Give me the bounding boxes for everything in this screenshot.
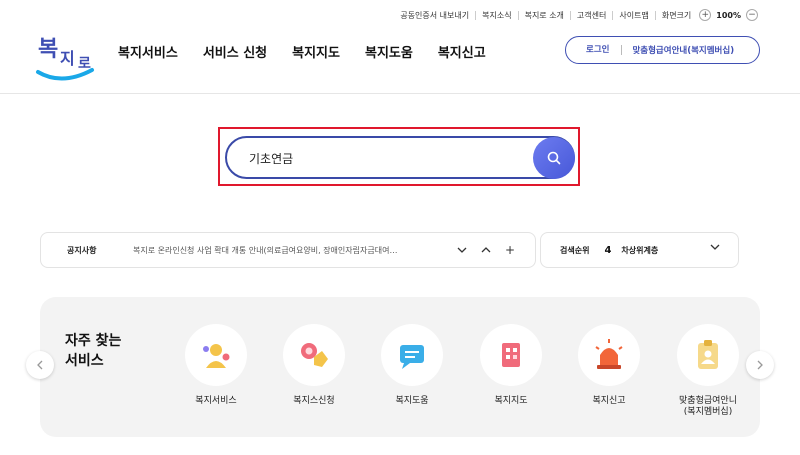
apply-icon [301, 343, 328, 367]
main-nav: 복지서비스 서비스 신청 복지지도 복지도움 복지신고 [118, 42, 486, 61]
util-link-about[interactable]: 복지로 소개 [519, 10, 571, 20]
service-label: 복지지도 [466, 396, 556, 407]
nav-item-welfare-map[interactable]: 복지지도 [292, 42, 340, 61]
util-link-news[interactable]: 복지소식 [476, 10, 519, 20]
service-icon-circle [677, 324, 739, 386]
people-icon [203, 344, 230, 368]
notice-text[interactable]: 복지로 온라인신청 사업 확대 개통 안내(의료급여요양비, 장애인자립자금대여… [133, 245, 433, 256]
chevron-down-icon[interactable] [457, 247, 467, 253]
service-item-apply[interactable]: 복지스신청 [269, 324, 359, 407]
service-icon-circle [185, 324, 247, 386]
building-icon [502, 343, 520, 367]
service-label-line1: 복지서비스 [195, 396, 237, 406]
siren-icon [595, 339, 623, 369]
search-icon [547, 151, 561, 165]
zoom-control: + 100% − [699, 9, 758, 21]
ranking-expand-icon[interactable] [710, 244, 720, 250]
service-icon-circle [283, 324, 345, 386]
service-item-membership[interactable]: 맞춤형급여안니 (복지멤버십) [663, 324, 753, 418]
notice-bar: 공지사항 복지로 온라인신청 사업 확대 개통 안내(의료급여요양비, 장애인자… [40, 232, 536, 268]
notice-controls: + [457, 243, 515, 257]
service-label: 복지신고 [564, 396, 654, 407]
notice-label: 공지사항 [67, 245, 97, 255]
util-screen-size-label: 화면크기 [661, 10, 692, 20]
carousel-prev-button[interactable] [26, 351, 54, 379]
service-item-help[interactable]: 복지도움 [367, 324, 457, 407]
service-label-line1: 복지스신청 [293, 396, 335, 406]
zoom-level: 100% [716, 10, 741, 20]
util-link-certificate[interactable]: 공동인증서 내보내기 [394, 10, 477, 20]
util-link-sitemap[interactable]: 사이트맵 [613, 10, 656, 20]
zoom-out-button[interactable]: − [746, 9, 758, 21]
search-ranking-bar: 검색순위 4 차상위계층 [540, 232, 739, 268]
service-icon-circle [480, 324, 542, 386]
utility-bar: 공동인증서 내보내기 복지소식 복지로 소개 고객센터 사이트맵 화면크기 + … [394, 8, 758, 22]
service-label-line1: 복지지도 [494, 396, 528, 406]
service-icon-circle [381, 324, 443, 386]
carousel-next-button[interactable] [746, 351, 774, 379]
ranking-term[interactable]: 차상위계층 [611, 245, 658, 256]
ranking-number: 4 [604, 244, 612, 256]
chat-icon [400, 345, 424, 369]
nav-item-welfare-report[interactable]: 복지신고 [438, 42, 486, 61]
services-title-line2: 서비스 [65, 353, 104, 369]
chevron-left-icon [37, 360, 43, 370]
services-title: 자주 찾는 서비스 [65, 331, 121, 371]
chevron-right-icon [757, 360, 763, 370]
membership-icon [698, 340, 718, 369]
logo-mark: 복 지 로 [36, 37, 94, 81]
service-item-map[interactable]: 복지지도 [466, 324, 556, 407]
services-title-line1: 자주 찾는 [65, 333, 122, 349]
svg-text:지: 지 [60, 49, 75, 68]
frequent-services-panel: 자주 찾는 서비스 복지서비스 복지스신청 복지도움 복지지도 복지신고 맞춤형… [40, 297, 760, 437]
service-item-report[interactable]: 복지신고 [564, 324, 654, 407]
page: 공동인증서 내보내기 복지소식 복지로 소개 고객센터 사이트맵 화면크기 + … [0, 0, 800, 455]
account-box: 로그인 맞춤형급여안내(복지멤버십) [565, 36, 760, 64]
service-label: 맞춤형급여안니 (복지멤버십) [663, 396, 753, 418]
service-label-line1: 복지도움 [395, 396, 429, 406]
service-label-line1: 맞춤형급여안니 [679, 396, 737, 406]
nav-item-welfare-help[interactable]: 복지도움 [365, 42, 413, 61]
membership-guide-button[interactable]: 맞춤형급여안내(복지멤버십) [622, 44, 734, 56]
service-label-line2: (복지멤버십) [683, 407, 733, 417]
header-divider [0, 93, 800, 94]
site-logo[interactable]: 복 지 로 [28, 28, 96, 84]
service-label: 복지스신청 [269, 396, 359, 407]
service-item-welfare-service[interactable]: 복지서비스 [171, 324, 261, 407]
service-label: 복지도움 [367, 396, 457, 407]
ranking-label: 검색순위 [560, 245, 590, 255]
nav-item-service-apply[interactable]: 서비스 신청 [203, 42, 267, 61]
search-button[interactable] [533, 137, 575, 179]
search-box [225, 136, 575, 179]
nav-item-welfare-service[interactable]: 복지서비스 [118, 42, 178, 61]
login-button[interactable]: 로그인 [566, 45, 623, 55]
service-label: 복지서비스 [171, 396, 261, 407]
service-icon-circle [578, 324, 640, 386]
svg-text:복: 복 [38, 37, 58, 62]
service-label-line1: 복지신고 [592, 396, 626, 406]
search-input[interactable] [249, 148, 529, 168]
util-link-customer-center[interactable]: 고객센터 [571, 10, 614, 20]
notice-more-button[interactable]: + [505, 243, 515, 257]
zoom-in-button[interactable]: + [699, 9, 712, 21]
chevron-up-icon[interactable] [481, 247, 491, 253]
